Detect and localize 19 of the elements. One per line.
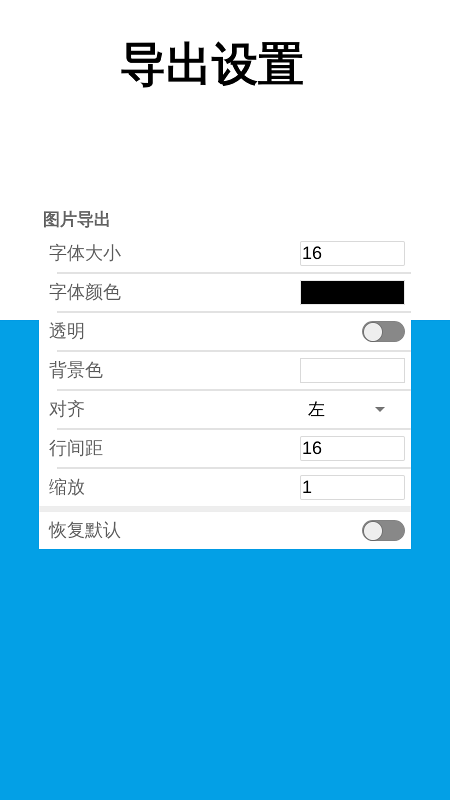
setting-label: 透明: [49, 320, 85, 343]
caret-icon: [375, 407, 385, 412]
toggle-switch[interactable]: [362, 321, 405, 342]
color-swatch[interactable]: [300, 280, 405, 305]
input-field[interactable]: 16: [300, 436, 405, 461]
setting-label: 缩放: [49, 476, 85, 499]
setting-label: 对齐: [49, 398, 85, 421]
input-field[interactable]: 16: [300, 241, 405, 266]
setting-label: 字体大小: [49, 242, 121, 265]
toggle-switch[interactable]: [362, 520, 405, 541]
input-field[interactable]: 1: [300, 475, 405, 500]
page-title: 导出设置: [120, 36, 304, 93]
section-header: 图片导出: [43, 209, 111, 232]
setting-label: 字体颜色: [49, 281, 121, 304]
setting-label: 恢复默认: [49, 519, 121, 542]
setting-label: 背景色: [49, 359, 103, 382]
dropdown[interactable]: 左: [300, 397, 405, 422]
color-swatch[interactable]: [300, 358, 405, 383]
setting-label: 行间距: [49, 437, 103, 460]
